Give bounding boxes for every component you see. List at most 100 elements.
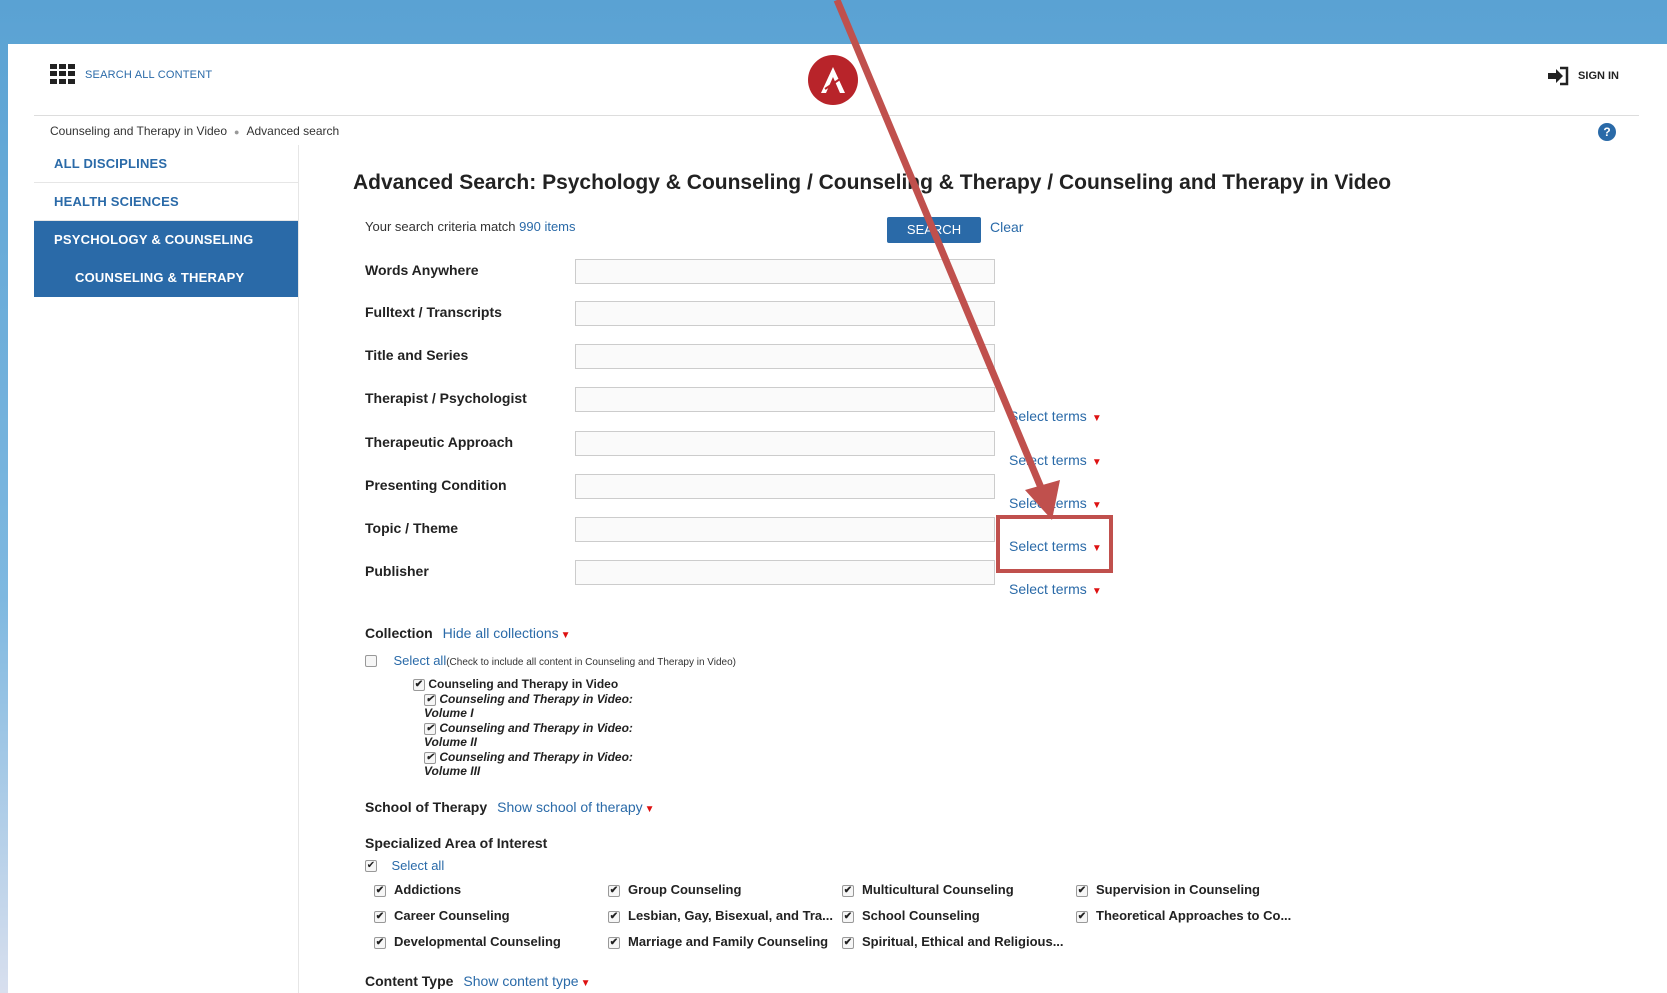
dropdown-triangle-icon: ▼	[1091, 500, 1102, 511]
collection-item-checkbox[interactable]: ✔	[424, 722, 436, 735]
collection-select-all-row: Select all(Check to include all content …	[365, 652, 736, 670]
content-type-label: Content Type	[365, 973, 454, 989]
dropdown-triangle-icon: ▼	[1091, 586, 1102, 597]
area-item[interactable]: ✔ Developmental Counseling	[374, 934, 561, 949]
sidebar-item-health-sciences[interactable]: HEALTH SCIENCES	[34, 183, 298, 221]
clear-link[interactable]: Clear	[990, 219, 1023, 235]
area-label: Addictions	[394, 882, 462, 897]
area-checkbox[interactable]: ✔	[608, 884, 620, 897]
therapeutic-approach-input[interactable]	[575, 431, 995, 456]
specialized-select-all-checkbox[interactable]: ✔	[365, 859, 377, 872]
specialized-select-all-row: ✔ Select all	[365, 857, 444, 875]
area-label: Theoretical Approaches to Co...	[1096, 908, 1292, 923]
area-label: Developmental Counseling	[394, 934, 561, 949]
search-all-content-link[interactable]: SEARCH ALL CONTENT	[85, 69, 212, 81]
area-checkbox[interactable]: ✔	[374, 884, 386, 897]
content-type-section: Content Type Show content type ▼	[365, 973, 591, 989]
area-checkbox[interactable]: ✔	[374, 936, 386, 949]
sign-in-label: SIGN IN	[1578, 70, 1619, 82]
show-school-link[interactable]: Show school of therapy ▼	[497, 799, 654, 815]
apps-grid-icon[interactable]	[50, 64, 76, 84]
area-checkbox[interactable]: ✔	[608, 910, 620, 923]
collection-item: ✔ Counseling and Therapy in Video: Volum…	[424, 721, 679, 749]
match-count-link[interactable]: 990 items	[519, 219, 575, 234]
match-prefix: Your search criteria match	[365, 219, 520, 234]
fulltext-input[interactable]	[575, 301, 995, 326]
collection-label: Collection	[365, 625, 433, 641]
words-anywhere-input[interactable]	[575, 259, 995, 284]
area-checkbox[interactable]: ✔	[842, 910, 854, 923]
presenting-condition-input[interactable]	[575, 474, 995, 499]
area-item[interactable]: ✔ Theoretical Approaches to Co...	[1076, 908, 1291, 923]
site-logo[interactable]	[808, 55, 858, 105]
breadcrumb: Counseling and Therapy in Video ● Advanced…	[50, 124, 339, 138]
collection-item-checkbox[interactable]: ✔	[424, 693, 436, 706]
area-label: Career Counseling	[394, 908, 510, 923]
dropdown-triangle-icon: ▼	[644, 804, 655, 815]
collection-item-label: Counseling and Therapy in Video: Volume …	[424, 692, 633, 720]
title-series-input[interactable]	[575, 344, 995, 369]
area-checkbox[interactable]: ✔	[1076, 910, 1088, 923]
breadcrumb-item[interactable]: Counseling and Therapy in Video	[50, 124, 227, 138]
select-terms-label: Select terms	[1009, 581, 1087, 597]
sidebar-item-counseling-therapy[interactable]: COUNSELING & THERAPY	[34, 259, 298, 297]
logo-mark-icon	[821, 67, 845, 93]
collection-select-all-checkbox[interactable]	[365, 654, 377, 667]
area-item[interactable]: ✔ School Counseling	[842, 908, 980, 923]
area-label: Lesbian, Gay, Bisexual, and Tra...	[628, 908, 833, 923]
area-item[interactable]: ✔ Addictions	[374, 882, 461, 897]
topic-theme-input[interactable]	[575, 517, 995, 542]
area-label: School Counseling	[862, 908, 980, 923]
help-icon[interactable]: ?	[1598, 123, 1616, 141]
school-of-therapy-section: School of Therapy Show school of therapy ▼	[365, 799, 655, 815]
search-button[interactable]: SEARCH	[887, 217, 981, 243]
collection-item: ✔ Counseling and Therapy in Video: Volum…	[424, 692, 679, 720]
breadcrumb-separator: ●	[234, 127, 240, 137]
area-item[interactable]: ✔ Lesbian, Gay, Bisexual, and Tra...	[608, 908, 833, 923]
field-label-fulltext: Fulltext / Transcripts	[365, 304, 502, 320]
area-item[interactable]: ✔ Career Counseling	[374, 908, 510, 923]
area-checkbox[interactable]: ✔	[842, 936, 854, 949]
area-label: Supervision in Counseling	[1096, 882, 1260, 897]
area-item[interactable]: ✔ Supervision in Counseling	[1076, 882, 1260, 897]
sign-in-button[interactable]: SIGN IN	[1546, 66, 1619, 86]
hide-collections-link[interactable]: Hide all collections ▼	[443, 625, 571, 641]
match-summary: Your search criteria match 990 items	[365, 219, 576, 234]
therapeutic-approach-select-terms[interactable]: Select terms ▼	[1009, 452, 1102, 468]
area-item[interactable]: ✔ Multicultural Counseling	[842, 882, 1014, 897]
area-label: Group Counseling	[628, 882, 742, 897]
specialized-select-all-link[interactable]: Select all	[391, 858, 444, 873]
area-checkbox[interactable]: ✔	[608, 936, 620, 949]
sidebar: ALL DISCIPLINES HEALTH SCIENCES PSYCHOLO…	[34, 145, 299, 993]
show-content-type-link[interactable]: Show content type ▼	[463, 973, 590, 989]
area-checkbox[interactable]: ✔	[842, 884, 854, 897]
area-item[interactable]: ✔ Spiritual, Ethical and Religious...	[842, 934, 1064, 949]
area-item[interactable]: ✔ Marriage and Family Counseling	[608, 934, 828, 949]
dropdown-triangle-icon: ▼	[1091, 413, 1102, 424]
collection-item-checkbox[interactable]: ✔	[424, 751, 436, 764]
collection-select-all-note: (Check to include all content in Counsel…	[446, 657, 737, 668]
collection-item-label: Counseling and Therapy in Video: Volume …	[424, 750, 633, 778]
show-school-label: Show school of therapy	[497, 799, 643, 815]
school-of-therapy-label: School of Therapy	[365, 799, 488, 815]
area-item[interactable]: ✔ Group Counseling	[608, 882, 741, 897]
select-terms-label: Select terms	[1009, 408, 1087, 424]
collection-item-label: Counseling and Therapy in Video: Volume …	[424, 721, 633, 749]
sidebar-item-all-disciplines[interactable]: ALL DISCIPLINES	[34, 145, 298, 183]
sidebar-item-psychology-counseling[interactable]: PSYCHOLOGY & COUNSELING	[34, 221, 298, 259]
field-label-topic-theme: Topic / Theme	[365, 520, 459, 536]
therapist-input[interactable]	[575, 387, 995, 412]
publisher-select-terms[interactable]: Select terms ▼	[1009, 581, 1102, 597]
presenting-condition-select-terms[interactable]: Select terms ▼	[1009, 495, 1102, 511]
field-label-title-series: Title and Series	[365, 347, 469, 363]
field-label-therapist: Therapist / Psychologist	[365, 390, 527, 406]
area-checkbox[interactable]: ✔	[1076, 884, 1088, 897]
collection-select-all-link[interactable]: Select all	[393, 653, 446, 668]
breadcrumb-item-current: Advanced search	[246, 124, 340, 138]
publisher-input[interactable]	[575, 560, 995, 585]
area-checkbox[interactable]: ✔	[374, 910, 386, 923]
therapist-select-terms[interactable]: Select terms ▼	[1009, 408, 1102, 424]
collection-item-checkbox[interactable]: ✔	[413, 678, 425, 691]
area-label: Marriage and Family Counseling	[628, 934, 829, 949]
dropdown-triangle-icon: ▼	[1091, 457, 1102, 468]
